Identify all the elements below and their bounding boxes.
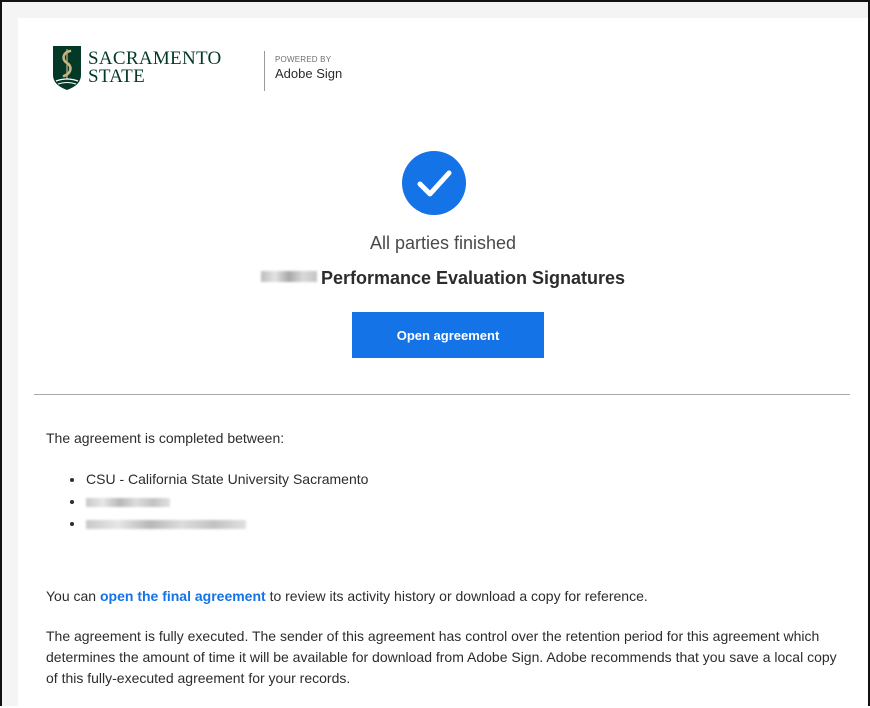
agreement-title-text: Performance Evaluation Signatures [320, 268, 626, 288]
powered-by-label: POWERED BY [275, 55, 332, 64]
sac-state-seal-icon [53, 46, 81, 90]
divider [34, 394, 850, 395]
parties-list: CSU - California State University Sacram… [68, 468, 368, 534]
email-card: SACRAMENTO STATE POWERED BY Adobe Sign A… [18, 18, 868, 708]
list-item [68, 490, 368, 512]
check-circle-icon [402, 151, 466, 215]
final-agreement-paragraph: You can open the final agreement to revi… [46, 586, 648, 607]
status-message: All parties finished [369, 233, 517, 253]
list-item: CSU - California State University Sacram… [68, 468, 368, 490]
open-final-agreement-link[interactable]: open the final agreement [100, 588, 266, 604]
redacted-party [86, 520, 246, 529]
sacramento-state-logo: SACRAMENTO STATE [52, 44, 222, 92]
brand-line-2: STATE [88, 66, 145, 87]
window-frame: SACRAMENTO STATE POWERED BY Adobe Sign A… [0, 0, 870, 708]
retention-note: The agreement is fully executed. The sen… [46, 628, 837, 686]
final-prefix: You can [46, 588, 100, 604]
adobe-sign-label: Adobe Sign [275, 66, 343, 81]
open-agreement-button[interactable]: Open agreement [352, 312, 544, 358]
agreement-title: Performance Evaluation Signatures [18, 268, 868, 289]
final-suffix: to review its activity history or downlo… [265, 588, 648, 604]
brand-wordmark: SACRAMENTO STATE [88, 49, 222, 87]
redacted-name [260, 271, 317, 282]
list-item [68, 512, 368, 534]
party-name: CSU - California State University Sacram… [86, 471, 369, 487]
parties-intro: The agreement is completed between: [46, 430, 285, 446]
powered-by-adobe-sign: POWERED BY Adobe Sign [264, 51, 342, 91]
redacted-party [86, 498, 170, 507]
